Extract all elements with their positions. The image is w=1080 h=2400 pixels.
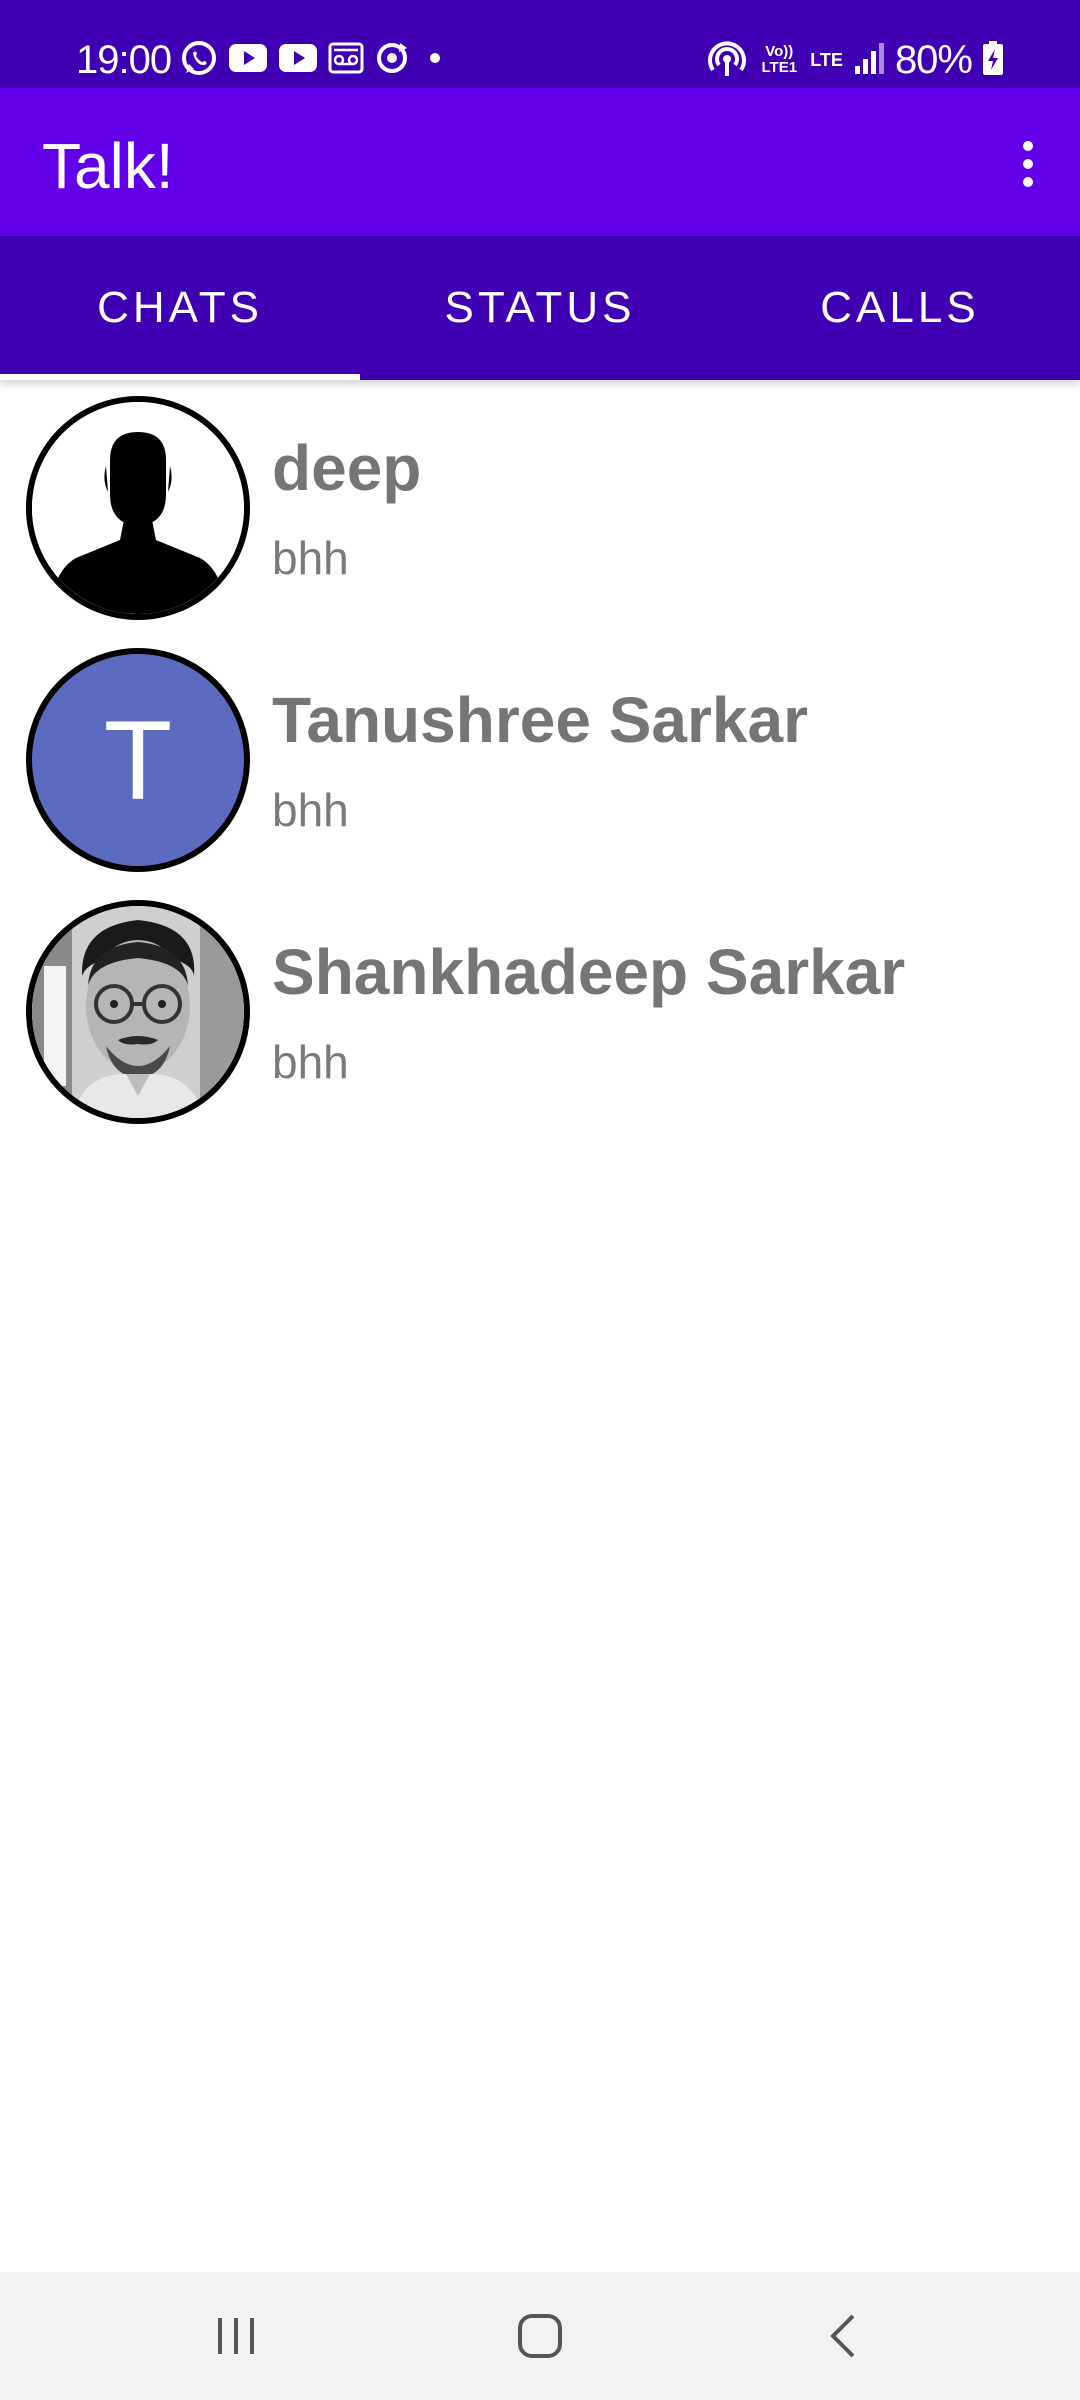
chat-name: deep (272, 432, 422, 504)
app-title: Talk! (42, 130, 174, 202)
tab-calls[interactable]: CALLS (720, 236, 1080, 380)
signal-icon (853, 40, 885, 81)
tab-bar: CHATS STATUS CALLS (0, 236, 1080, 380)
dot-icon (420, 43, 450, 78)
hotspot-icon (706, 38, 748, 83)
chat-last-message: bhh (272, 784, 349, 836)
chat-name: Tanushree Sarkar (272, 684, 808, 756)
chat-row-tanushree[interactable]: T Tanushree Sarkar bhh (0, 642, 1080, 894)
chat-row-deep[interactable]: deep bhh (0, 390, 1080, 642)
default-person-icon (26, 396, 250, 620)
recent-apps-icon[interactable] (196, 2306, 276, 2366)
lte-icon: LTE (810, 50, 843, 70)
status-bar: 19:00 Vo)) LTE1 LTE 80% (0, 0, 1080, 88)
chat-last-message: bhh (272, 532, 349, 584)
battery-percent: 80% (894, 38, 973, 82)
battery-charging-icon (982, 40, 1004, 81)
voicemail-icon (328, 42, 364, 79)
profile-photo (26, 900, 250, 1124)
status-time: 19:00 (76, 38, 172, 82)
more-vert-icon[interactable] (998, 132, 1058, 196)
whatsapp-icon (180, 39, 218, 82)
home-icon[interactable] (500, 2306, 580, 2366)
back-icon[interactable] (802, 2306, 882, 2366)
avatar-letter: T (26, 648, 250, 872)
chat-row-shankhadeep[interactable]: Shankhadeep Sarkar bhh (0, 894, 1080, 1146)
app-bar: Talk! (0, 88, 1080, 236)
youtube-icon (228, 43, 268, 78)
sync-icon (374, 40, 410, 81)
tab-chats[interactable]: CHATS (0, 236, 360, 380)
chat-name: Shankhadeep Sarkar (272, 936, 906, 1008)
screen: 19:00 Vo)) LTE1 LTE 80% Talk! CHATS STAT… (0, 0, 1080, 2400)
system-icons: Vo)) LTE1 LTE 80% (706, 38, 1004, 82)
volte-icon: Vo)) LTE1 (761, 43, 798, 76)
navigation-bar (0, 2272, 1080, 2400)
chat-last-message: bhh (272, 1036, 349, 1088)
tab-status[interactable]: STATUS (360, 236, 720, 380)
youtube-icon (278, 43, 318, 78)
chat-list: deep bhh T Tanushree Sarkar bhh Shankhad… (0, 390, 1080, 1146)
notification-icons (180, 40, 450, 80)
